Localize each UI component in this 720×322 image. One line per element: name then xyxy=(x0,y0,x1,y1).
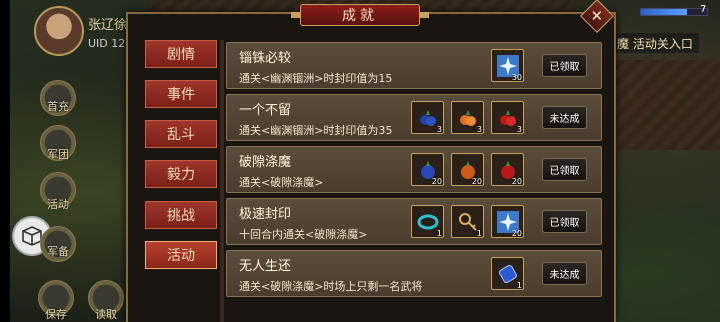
achievement-row: 一个不留 通关<幽渊锢洲>时封印值为35 3 3 3 未达成 xyxy=(226,94,602,141)
status-claimed-button[interactable]: 已领取 xyxy=(542,210,587,233)
achievement-name: 一个不留 xyxy=(239,103,292,118)
status-claimed-button[interactable]: 已领取 xyxy=(542,158,587,181)
reward-count: 20 xyxy=(511,177,522,186)
reward-count: 3 xyxy=(516,125,522,134)
tab-perseverance[interactable]: 毅力 xyxy=(145,160,217,188)
panel-title: 成就 xyxy=(291,4,429,26)
achievement-row: 极速封印 十回合内通关<破隙涤魔> 1 1 20 已领取 xyxy=(226,198,602,245)
achievement-description: 通关<破隙涤魔> xyxy=(239,176,324,189)
save-label: 保存 xyxy=(45,308,67,321)
left-hud: 张辽徐翁 UID 1292 首充 军团 活动 军备 保存 读取 xyxy=(0,0,140,322)
key-icon xyxy=(458,212,477,231)
reward-count: 1 xyxy=(476,229,482,238)
first-charge-label: 首充 xyxy=(47,100,69,113)
reward-orange-fruit[interactable]: 20 xyxy=(451,153,484,186)
armament-label: 军备 xyxy=(47,245,69,258)
blue-fruit-icon xyxy=(419,109,436,126)
reward-count: 20 xyxy=(511,229,522,238)
status-claimed-button[interactable]: 已领取 xyxy=(542,54,587,77)
achievement-name: 极速封印 xyxy=(239,207,292,222)
tab-divider xyxy=(220,40,224,322)
achievement-description: 通关<破隙涤魔>时场上只剩一名武将 xyxy=(239,280,423,293)
reward-ring[interactable]: 1 xyxy=(411,205,444,238)
reward-blue-fruit[interactable]: 3 xyxy=(411,101,444,134)
ring-icon xyxy=(417,214,438,229)
achievement-description: 通关<幽渊锢洲>时封印值为35 xyxy=(239,124,393,137)
screen-edge xyxy=(0,0,10,322)
achievement-description: 通关<幽渊锢洲>时封印值为15 xyxy=(239,72,393,85)
reward-count: 3 xyxy=(476,125,482,134)
reward-count: 30 xyxy=(511,73,522,82)
reward-crystal[interactable]: 30 xyxy=(491,49,524,82)
event-label: 活动 xyxy=(47,198,69,211)
achievement-name: 破隙涤魔 xyxy=(239,155,292,170)
achievement-row: 破隙涤魔 通关<破隙涤魔> 20 20 20 已领取 xyxy=(226,146,602,193)
reward-crystal[interactable]: 20 xyxy=(491,205,524,238)
resource-bar xyxy=(640,8,708,16)
tab-story[interactable]: 剧情 xyxy=(145,40,217,68)
tab-event[interactable]: 事件 xyxy=(145,80,217,108)
reward-red-fruit[interactable]: 3 xyxy=(491,101,524,134)
status-unachieved-button[interactable]: 未达成 xyxy=(542,262,587,285)
reward-red-fruit[interactable]: 20 xyxy=(491,153,524,186)
resource-count: 7 xyxy=(700,4,707,15)
achievement-row: 无人生还 通关<破隙涤魔>时场上只剩一名武将 1 未达成 xyxy=(226,250,602,297)
reward-blue-fruit[interactable]: 20 xyxy=(411,153,444,186)
achievement-name: 锱铢必较 xyxy=(239,51,292,66)
close-icon: ✕ xyxy=(590,6,604,25)
achievement-row: 锱铢必较 通关<幽渊锢洲>时封印值为15 30 已领取 xyxy=(226,42,602,89)
red-fruit-icon xyxy=(499,109,516,126)
tab-challenge[interactable]: 挑战 xyxy=(145,201,217,229)
tab-melee[interactable]: 乱斗 xyxy=(145,120,217,148)
orange-fruit-icon xyxy=(459,109,476,126)
reward-count: 1 xyxy=(516,281,522,290)
tab-activity[interactable]: 活动 xyxy=(145,241,217,269)
achievement-name: 无人生还 xyxy=(239,259,292,274)
reward-scroll[interactable]: 1 xyxy=(491,257,524,290)
player-avatar[interactable] xyxy=(34,6,84,56)
activity-entry-link[interactable]: 魔 活动关入口 xyxy=(613,33,699,53)
load-label: 读取 xyxy=(95,308,117,321)
legion-label: 军团 xyxy=(47,148,69,161)
reward-count: 20 xyxy=(431,177,442,186)
reward-count: 3 xyxy=(436,125,442,134)
status-unachieved-button[interactable]: 未达成 xyxy=(542,106,587,129)
reward-key[interactable]: 1 xyxy=(451,205,484,238)
reward-count: 20 xyxy=(471,177,482,186)
achievement-description: 十回合内通关<破隙涤魔> xyxy=(239,228,368,241)
reward-count: 1 xyxy=(436,229,442,238)
scroll-icon xyxy=(498,264,517,283)
reward-orange-fruit[interactable]: 3 xyxy=(451,101,484,134)
